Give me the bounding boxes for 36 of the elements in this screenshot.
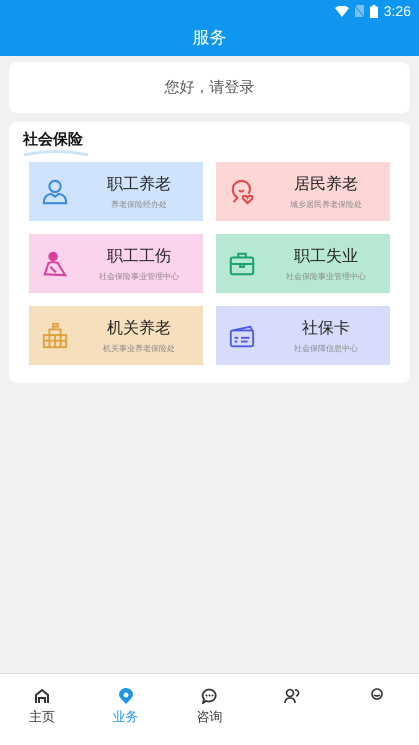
tile-subtitle: 养老保险经办处: [111, 198, 167, 210]
title-underline-icon: [23, 150, 89, 156]
tile-title: 社保卡: [302, 318, 350, 338]
building-icon: [41, 322, 69, 350]
service-tile[interactable]: 职工养老 养老保险经办处: [29, 162, 203, 221]
service-tile[interactable]: 机关养老 机关事业养老保险处: [29, 306, 203, 365]
tile-title: 居民养老: [294, 174, 358, 194]
tile-subtitle: 机关事业养老保险处: [103, 342, 175, 354]
wifi-icon: [334, 6, 349, 16]
injured-person-icon: [41, 250, 69, 278]
status-time: 3:26: [384, 3, 411, 19]
tile-title: 机关养老: [107, 318, 171, 338]
tile-subtitle: 城乡居民养老保险处: [290, 198, 362, 210]
tile-subtitle: 社会保障信息中心: [294, 342, 358, 354]
location-pin-icon: [118, 688, 134, 704]
battery-icon: [370, 4, 378, 18]
no-sim-icon: [354, 5, 364, 17]
person-icon: [41, 178, 69, 206]
tile-subtitle: 社会保险事业管理中心: [99, 270, 179, 282]
tile-title: 职工养老: [107, 174, 171, 194]
service-tile[interactable]: 职工工伤 社会保险事业管理中心: [29, 234, 203, 293]
page-title: 服务: [192, 27, 228, 49]
home-icon: [34, 688, 50, 704]
service-tile[interactable]: 居民养老 城乡居民养老保险处: [216, 162, 390, 221]
section-title: 社会保险: [23, 130, 83, 149]
people-icon: [284, 688, 302, 704]
login-prompt[interactable]: 您好，请登录: [9, 62, 410, 113]
service-tile[interactable]: 社保卡 社会保障信息中心: [216, 306, 390, 365]
nav-tab[interactable]: 咨询: [179, 688, 240, 726]
tile-title: 职工失业: [294, 246, 358, 266]
tile-subtitle: 社会保险事业管理中心: [286, 270, 366, 282]
nav-tab[interactable]: 主页: [12, 688, 72, 726]
service-tile[interactable]: 职工失业 社会保险事业管理中心: [216, 234, 390, 293]
chat-icon: [200, 688, 218, 704]
tile-title: 职工工伤: [107, 246, 171, 266]
briefcase-icon: [228, 250, 256, 278]
